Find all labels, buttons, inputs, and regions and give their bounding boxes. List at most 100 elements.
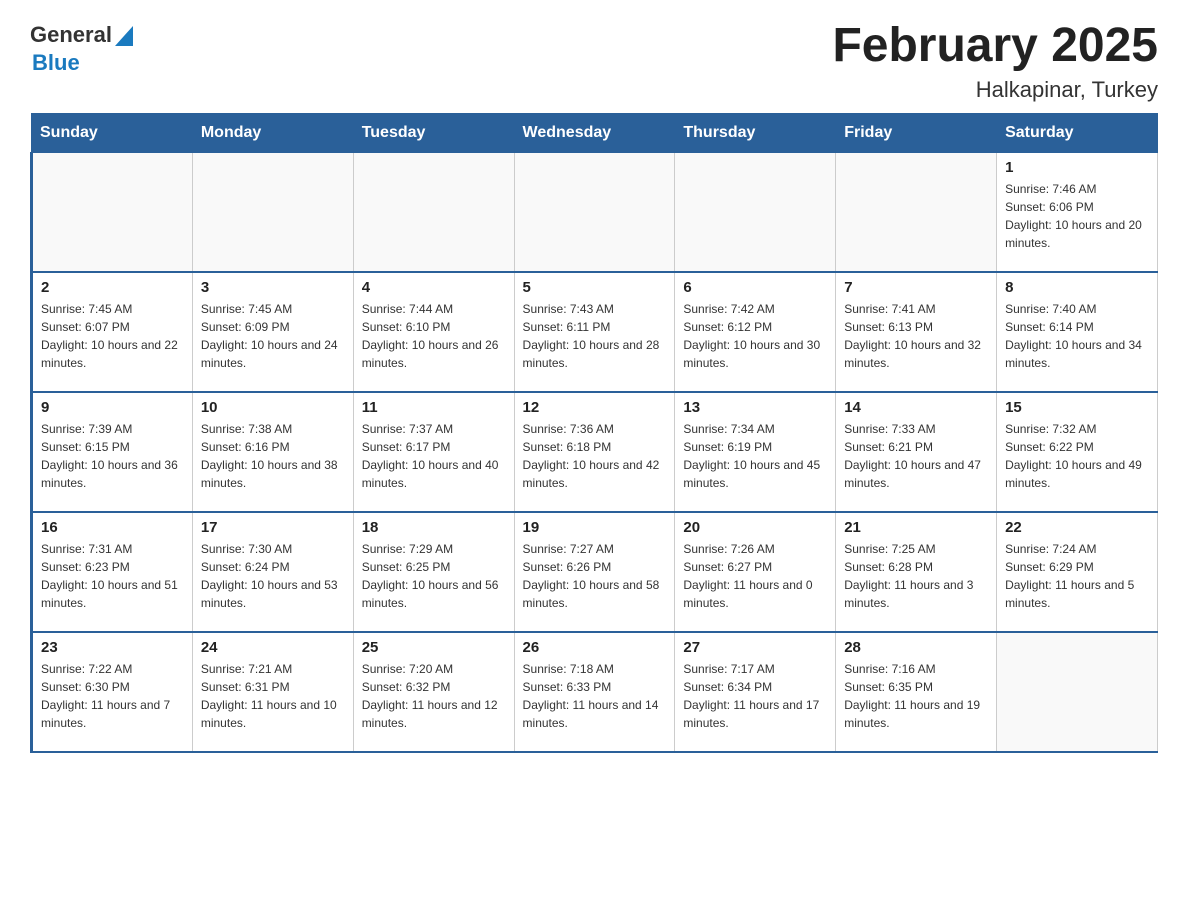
calendar-week-row: 9 Sunrise: 7:39 AM Sunset: 6:15 PM Daylig… [32,392,1158,512]
day-info: Sunrise: 7:25 AM Sunset: 6:28 PM Dayligh… [844,540,988,612]
calendar-cell: 2 Sunrise: 7:45 AM Sunset: 6:07 PM Daylig… [32,272,193,392]
day-number: 25 [362,639,506,656]
day-number: 8 [1005,279,1149,296]
calendar-cell: 13Sunrise: 7:34 AM Sunset: 6:19 PM Dayli… [675,392,836,512]
logo-blue-text: Blue [32,51,133,75]
day-number: 22 [1005,519,1149,536]
calendar-cell: 11 Sunrise: 7:37 AM Sunset: 6:17 PM Dayli… [353,392,514,512]
day-info: Sunrise: 7:40 AM Sunset: 6:14 PM Dayligh… [1005,300,1149,372]
calendar-cell: 24 Sunrise: 7:21 AM Sunset: 6:31 PM Dayli… [192,632,353,752]
calendar-cell [32,152,193,272]
page-title: February 2025 [832,20,1158,73]
calendar-cell: 4 Sunrise: 7:44 AM Sunset: 6:10 PM Daylig… [353,272,514,392]
day-number: 14 [844,399,988,416]
day-info: Sunrise: 7:18 AM Sunset: 6:33 PM Dayligh… [523,660,667,732]
day-info: Sunrise: 7:39 AM Sunset: 6:15 PM Dayligh… [41,420,184,492]
day-info: Sunrise: 7:38 AM Sunset: 6:16 PM Dayligh… [201,420,345,492]
calendar-week-row: 2 Sunrise: 7:45 AM Sunset: 6:07 PM Daylig… [32,272,1158,392]
day-number: 20 [683,519,827,536]
calendar-cell: 27Sunrise: 7:17 AM Sunset: 6:34 PM Dayli… [675,632,836,752]
day-number: 3 [201,279,345,296]
day-number: 2 [41,279,184,296]
calendar-cell: 28 Sunrise: 7:16 AM Sunset: 6:35 PM Dayli… [836,632,997,752]
calendar-cell: 10 Sunrise: 7:38 AM Sunset: 6:16 PM Dayli… [192,392,353,512]
day-number: 26 [523,639,667,656]
day-number: 28 [844,639,988,656]
day-info: Sunrise: 7:22 AM Sunset: 6:30 PM Dayligh… [41,660,184,732]
day-info: Sunrise: 7:31 AM Sunset: 6:23 PM Dayligh… [41,540,184,612]
calendar-cell: 16 Sunrise: 7:31 AM Sunset: 6:23 PM Dayli… [32,512,193,632]
calendar-cell: 15Sunrise: 7:32 AM Sunset: 6:22 PM Dayli… [997,392,1158,512]
day-number: 18 [362,519,506,536]
day-info: Sunrise: 7:37 AM Sunset: 6:17 PM Dayligh… [362,420,506,492]
day-header-tuesday: Tuesday [353,113,514,152]
day-info: Sunrise: 7:36 AM Sunset: 6:18 PM Dayligh… [523,420,667,492]
calendar-cell: 22 Sunrise: 7:24 AM Sunset: 6:29 PM Dayli… [997,512,1158,632]
day-number: 15 [1005,399,1149,416]
day-header-monday: Monday [192,113,353,152]
day-header-friday: Friday [836,113,997,152]
calendar-cell: 8 Sunrise: 7:40 AM Sunset: 6:14 PM Daylig… [997,272,1158,392]
title-block: February 2025 Halkapinar, Turkey [832,20,1158,103]
calendar-cell [836,152,997,272]
calendar-cell: 21 Sunrise: 7:25 AM Sunset: 6:28 PM Dayli… [836,512,997,632]
day-info: Sunrise: 7:33 AM Sunset: 6:21 PM Dayligh… [844,420,988,492]
day-info: Sunrise: 7:29 AM Sunset: 6:25 PM Dayligh… [362,540,506,612]
day-number: 7 [844,279,988,296]
calendar-cell: 25 Sunrise: 7:20 AM Sunset: 6:32 PM Dayli… [353,632,514,752]
calendar-cell: 19 Sunrise: 7:27 AM Sunset: 6:26 PM Dayli… [514,512,675,632]
day-number: 10 [201,399,345,416]
page-header: General Blue February 2025 Halkapinar, T… [30,20,1158,103]
day-info: Sunrise: 7:45 AM Sunset: 6:09 PM Dayligh… [201,300,345,372]
calendar-cell: 20 Sunrise: 7:26 AM Sunset: 6:27 PM Dayli… [675,512,836,632]
day-info: Sunrise: 7:21 AM Sunset: 6:31 PM Dayligh… [201,660,345,732]
calendar-week-row: 1 Sunrise: 7:46 AM Sunset: 6:06 PM Daylig… [32,152,1158,272]
day-number: 11 [362,399,506,416]
calendar-cell: 18 Sunrise: 7:29 AM Sunset: 6:25 PM Dayli… [353,512,514,632]
day-number: 19 [523,519,667,536]
day-info: Sunrise: 7:44 AM Sunset: 6:10 PM Dayligh… [362,300,506,372]
calendar-cell: 23 Sunrise: 7:22 AM Sunset: 6:30 PM Dayli… [32,632,193,752]
calendar-table: SundayMondayTuesdayWednesdayThursdayFrid… [30,113,1158,754]
calendar-cell [997,632,1158,752]
day-info: Sunrise: 7:24 AM Sunset: 6:29 PM Dayligh… [1005,540,1149,612]
day-header-saturday: Saturday [997,113,1158,152]
day-header-wednesday: Wednesday [514,113,675,152]
day-number: 23 [41,639,184,656]
day-info: Sunrise: 7:17 AM Sunset: 6:34 PM Dayligh… [683,660,827,732]
day-header-sunday: Sunday [32,113,193,152]
calendar-cell: 26 Sunrise: 7:18 AM Sunset: 6:33 PM Dayli… [514,632,675,752]
calendar-cell: 17 Sunrise: 7:30 AM Sunset: 6:24 PM Dayli… [192,512,353,632]
day-number: 4 [362,279,506,296]
day-info: Sunrise: 7:20 AM Sunset: 6:32 PM Dayligh… [362,660,506,732]
day-number: 1 [1005,159,1149,176]
day-number: 16 [41,519,184,536]
day-info: Sunrise: 7:42 AM Sunset: 6:12 PM Dayligh… [683,300,827,372]
day-number: 17 [201,519,345,536]
day-info: Sunrise: 7:27 AM Sunset: 6:26 PM Dayligh… [523,540,667,612]
calendar-week-row: 16 Sunrise: 7:31 AM Sunset: 6:23 PM Dayli… [32,512,1158,632]
calendar-cell [353,152,514,272]
day-info: Sunrise: 7:46 AM Sunset: 6:06 PM Dayligh… [1005,180,1149,252]
calendar-cell [514,152,675,272]
calendar-cell [192,152,353,272]
day-info: Sunrise: 7:41 AM Sunset: 6:13 PM Dayligh… [844,300,988,372]
day-info: Sunrise: 7:45 AM Sunset: 6:07 PM Dayligh… [41,300,184,372]
subtitle: Halkapinar, Turkey [832,77,1158,103]
day-number: 6 [683,279,827,296]
logo-triangle-icon [115,26,133,46]
calendar-cell: 5Sunrise: 7:43 AM Sunset: 6:11 PM Daylig… [514,272,675,392]
calendar-cell: 1 Sunrise: 7:46 AM Sunset: 6:06 PM Daylig… [997,152,1158,272]
day-info: Sunrise: 7:26 AM Sunset: 6:27 PM Dayligh… [683,540,827,612]
calendar-cell: 9 Sunrise: 7:39 AM Sunset: 6:15 PM Daylig… [32,392,193,512]
day-number: 24 [201,639,345,656]
calendar-cell: 7 Sunrise: 7:41 AM Sunset: 6:13 PM Daylig… [836,272,997,392]
day-info: Sunrise: 7:43 AM Sunset: 6:11 PM Dayligh… [523,300,667,372]
day-info: Sunrise: 7:30 AM Sunset: 6:24 PM Dayligh… [201,540,345,612]
day-number: 21 [844,519,988,536]
calendar-cell: 12 Sunrise: 7:36 AM Sunset: 6:18 PM Dayli… [514,392,675,512]
day-number: 9 [41,399,184,416]
day-info: Sunrise: 7:16 AM Sunset: 6:35 PM Dayligh… [844,660,988,732]
day-number: 12 [523,399,667,416]
day-info: Sunrise: 7:34 AM Sunset: 6:19 PM Dayligh… [683,420,827,492]
